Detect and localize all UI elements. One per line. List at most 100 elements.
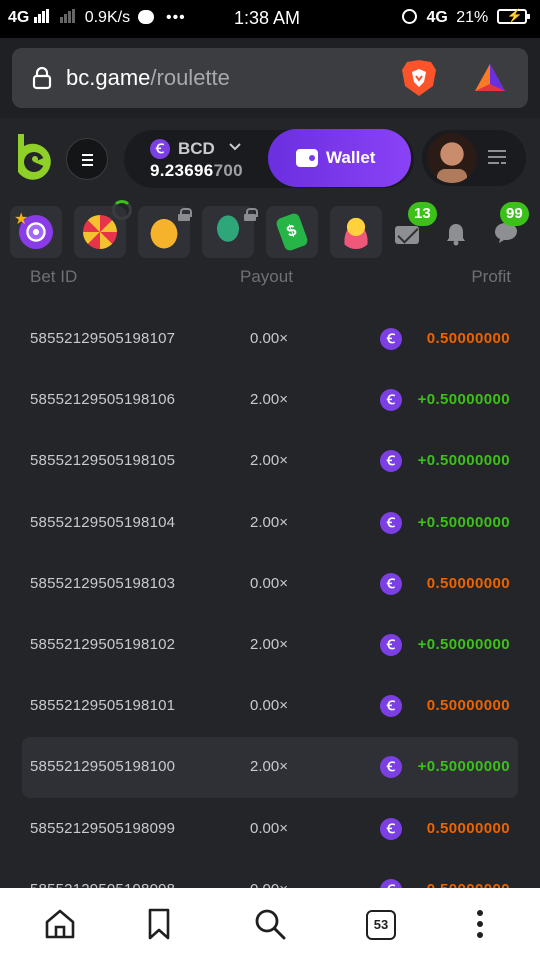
bet-id: 58552129505198102 [30, 636, 176, 653]
profit-value: +0.50000000 [417, 452, 510, 470]
bet-id: 58552129505198104 [30, 513, 176, 531]
coin-stack-icon [339, 215, 373, 249]
bcd-coin-icon: Ꞓ [380, 634, 402, 656]
profit-value: +0.50000000 [417, 391, 510, 409]
wallet-icon [296, 149, 318, 167]
padlock-icon [178, 208, 192, 221]
table-row[interactable]: 58552129505198101 0.00× Ꞓ 0.50000000 [22, 676, 518, 737]
bcd-coin-icon: Ꞓ [380, 572, 402, 595]
bcd-coin-icon: Ꞓ [150, 139, 170, 159]
battery-icon: ⚡ [496, 8, 530, 24]
payout-value: 2.00× [250, 636, 288, 653]
table-row[interactable]: 58552129505198100 2.00× Ꞓ +0.50000000 [22, 737, 518, 799]
home-icon[interactable] [42, 906, 78, 942]
balance-value: 9.23696700 [150, 161, 243, 181]
mail-count-badge: 13 [408, 202, 437, 226]
bcd-coin-icon: Ꞓ [380, 817, 402, 840]
bet-id: 58552129505198103 [30, 574, 176, 592]
column-header-bet-id: Bet ID [30, 267, 78, 286]
brave-rewards-icon[interactable] [472, 60, 508, 96]
table-row[interactable]: 58552129505198104 2.00× Ꞓ +0.50000000 [22, 493, 518, 554]
bcd-coin-icon: Ꞓ [380, 450, 402, 473]
network-type: 4G [8, 9, 30, 26]
tile-spin[interactable]: ★ [10, 206, 62, 258]
payout-value: 0.00× [250, 574, 288, 592]
bet-id: 58552129505198098 [30, 881, 175, 888]
tile-piggy-bank[interactable] [138, 206, 192, 258]
more-icon: ••• [165, 9, 186, 26]
bets-table: Bet ID Payout Profit 58552129505198107 0.… [0, 264, 540, 888]
table-row[interactable]: 58552129505198105 2.00× Ꞓ +0.50000000 [22, 431, 518, 492]
bcd-coin-icon: Ꞓ [380, 389, 402, 412]
tile-lucky-wheel[interactable] [74, 200, 132, 258]
lucky-wheel-icon [83, 215, 117, 249]
chevron-down-icon [229, 143, 241, 151]
alarm-icon [402, 9, 417, 24]
site-header: Ꞓ BCD 9.23696700 Wallet [0, 118, 540, 200]
payout-value: 2.00× [250, 758, 288, 776]
tile-cash-tag[interactable]: $ [266, 206, 318, 258]
status-left: 4G 0.9K/s ••• [8, 9, 186, 28]
payout-value: 0.00× [250, 881, 288, 888]
brave-shield-icon[interactable] [400, 58, 438, 98]
bell-icon[interactable] [444, 222, 468, 246]
bookmark-icon[interactable] [141, 906, 177, 942]
bet-id: 58552129505198107 [30, 330, 176, 347]
bet-id: 58552129505198099 [30, 819, 176, 837]
bet-id: 58552129505198105 [30, 452, 176, 470]
status-time: 1:38 AM [234, 8, 301, 28]
table-row[interactable]: 58552129505198106 2.00× Ꞓ +0.50000000 [22, 370, 518, 431]
profit-value: 0.50000000 [426, 697, 510, 715]
more-options-icon[interactable] [462, 906, 498, 942]
profit-value: +0.50000000 [417, 636, 510, 653]
column-header-profit: Profit [471, 267, 511, 286]
bet-id: 58552129505198106 [30, 391, 176, 409]
table-row[interactable]: 58552129505198107 0.00× Ꞓ 0.50000000 [22, 309, 518, 370]
table-row[interactable]: 58552129505198102 2.00× Ꞓ +0.50000000 [22, 615, 518, 676]
profit-value: 0.50000000 [426, 574, 510, 592]
message-icon [137, 10, 154, 24]
table-row[interactable]: 58552129505198098 0.00× Ꞓ 0.50000000 [22, 860, 518, 888]
payout-value: 2.00× [250, 391, 288, 409]
table-header: Bet ID Payout Profit [0, 264, 540, 292]
rocket-icon [211, 215, 245, 249]
search-icon[interactable] [252, 906, 288, 942]
profit-value: 0.50000000 [426, 330, 510, 347]
bcd-coin-icon: Ꞓ [380, 328, 402, 350]
profile-menu[interactable] [422, 130, 526, 186]
tabs-button[interactable]: 53 [366, 910, 396, 940]
chat-count-badge: 99 [500, 202, 529, 226]
tile-rocket[interactable] [202, 206, 258, 258]
browser-bottom-nav: 53 [0, 888, 540, 960]
menu-button[interactable] [66, 138, 108, 180]
battery-percent: 21% [456, 9, 489, 26]
bet-id: 58552129505198100 [30, 758, 176, 776]
status-bar: 4G 0.9K/s ••• 1:38 AM 4G 21% ⚡ [0, 0, 540, 38]
list-menu-icon[interactable] [488, 148, 508, 166]
balance-trailing: 700 [213, 161, 243, 180]
profit-value: +0.50000000 [417, 758, 510, 776]
bcd-coin-icon: Ꞓ [380, 695, 402, 718]
profit-value: 0.50000000 [427, 881, 510, 888]
signal-icon-secondary [60, 9, 76, 28]
piggy-bank-icon [147, 215, 181, 249]
wallet-button[interactable]: Wallet [268, 129, 411, 187]
table-row[interactable]: 58552129505198103 0.00× Ꞓ 0.50000000 [22, 554, 518, 615]
tile-coin-stack[interactable] [330, 206, 382, 258]
padlock-icon [244, 208, 258, 221]
avatar[interactable] [427, 133, 477, 183]
address-bar[interactable]: bc.game/roulette [12, 48, 528, 108]
url-text[interactable]: bc.game/roulette [66, 65, 230, 91]
network-type-right: 4G [426, 9, 448, 26]
url-path: /roulette [150, 65, 230, 90]
bc-game-logo-icon[interactable] [12, 132, 52, 180]
currency-label: BCD [178, 139, 215, 158]
status-right: 4G 21% ⚡ [402, 8, 530, 27]
table-row[interactable]: 58552129505198099 0.00× Ꞓ 0.50000000 [22, 799, 518, 860]
menu-icon [82, 154, 93, 156]
wallet-label: Wallet [326, 148, 376, 167]
payout-value: 0.00× [250, 819, 288, 837]
column-header-payout: Payout [240, 267, 293, 286]
payout-value: 2.00× [250, 513, 288, 531]
mail-icon[interactable] [395, 226, 419, 244]
